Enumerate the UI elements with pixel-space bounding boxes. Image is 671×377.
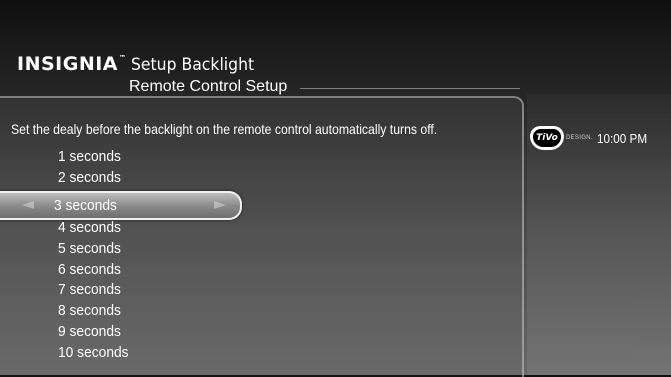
arrow-right-icon[interactable]	[214, 201, 226, 209]
page-title: Setup Backlight	[130, 55, 254, 75]
option-item[interactable]: 8 seconds	[58, 301, 129, 322]
option-item[interactable]: 5 seconds	[58, 239, 129, 260]
header: INSIGNIA™ Setup Backlight	[17, 44, 264, 74]
option-item[interactable]: 9 seconds	[58, 322, 129, 343]
brand-logo: INSIGNIA™	[17, 53, 127, 75]
design-label: DESIGN.	[566, 135, 593, 141]
clock: 10:00 PM	[596, 130, 647, 146]
option-list: 1 seconds 2 seconds 4 seconds 5 seconds …	[58, 147, 135, 363]
page-subtitle: Remote Control Setup	[129, 78, 288, 95]
option-item[interactable]: 1 seconds	[58, 147, 129, 168]
instruction-text: Set the dealy before the backlight on th…	[11, 122, 438, 137]
option-item[interactable]: 2 seconds	[58, 168, 129, 189]
option-item[interactable]: 4 seconds	[58, 218, 129, 239]
selected-option[interactable]: 3 seconds	[0, 191, 242, 220]
status-area: TiVo DESIGN. 10:00 PM	[530, 126, 652, 150]
arrow-left-icon[interactable]	[22, 201, 34, 209]
option-item[interactable]: 7 seconds	[58, 280, 129, 301]
subtitle-divider	[300, 88, 520, 89]
option-item[interactable]: 10 seconds	[58, 343, 129, 364]
option-item[interactable]: 6 seconds	[58, 260, 129, 281]
tivo-logo-icon: TiVo	[530, 126, 564, 150]
selected-option-label: 3 seconds	[54, 197, 117, 214]
